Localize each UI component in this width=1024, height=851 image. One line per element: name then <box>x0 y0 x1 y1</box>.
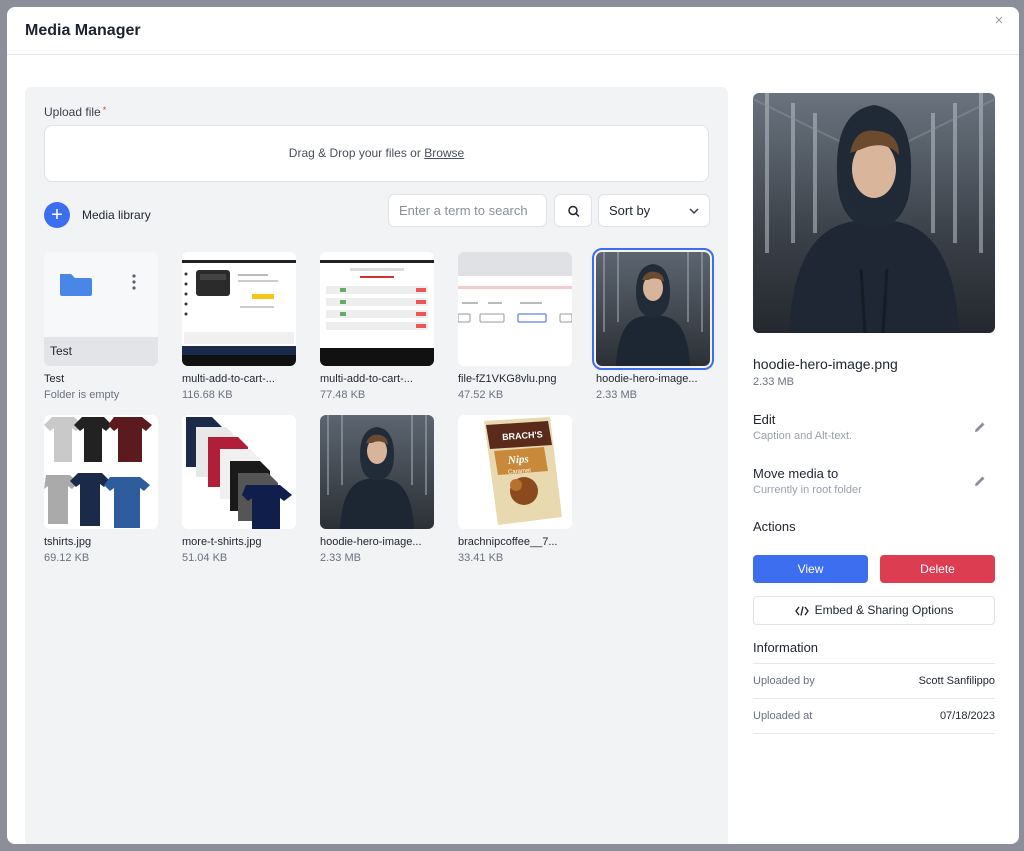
code-icon <box>794 606 809 616</box>
thumbnail-screenshot <box>320 252 434 366</box>
media-item-name: tshirts.jpg <box>44 536 92 548</box>
embed-label: Embed & Sharing Options <box>814 603 954 617</box>
thumbnail-screenshot <box>458 252 572 366</box>
delete-button[interactable]: Delete <box>880 555 995 583</box>
media-item-name: multi-add-to-cart-... <box>320 373 413 385</box>
media-item-name: file-fZ1VKG8vlu.png <box>458 373 557 385</box>
uploaded-at-label: Uploaded at <box>753 710 813 722</box>
media-tile[interactable] <box>182 415 296 529</box>
edit-subtitle: Caption and Alt-text. <box>753 430 853 442</box>
media-library-label: Media library <box>82 208 151 222</box>
media-item-meta: 116.68 KB <box>182 389 233 401</box>
sort-label: Sort by <box>609 203 651 218</box>
media-tile[interactable] <box>182 252 296 366</box>
move-pencil-icon[interactable] <box>973 474 987 488</box>
upload-label-text: Upload file <box>44 105 101 119</box>
media-library-panel: Upload file * Drag & Drop your files or B… <box>25 87 728 844</box>
upload-dropzone[interactable]: Drag & Drop your files or Browse <box>44 125 709 182</box>
edit-heading: Edit <box>753 412 776 427</box>
media-manager-modal: Media Manager × Upload file * Drag & Drop… <box>7 7 1019 844</box>
media-item-meta: 33.41 KB <box>458 552 504 564</box>
uploaded-at-value: 07/18/2023 <box>939 710 995 722</box>
modal-header: Media Manager × <box>7 7 1019 55</box>
media-item-name: Test <box>44 373 65 385</box>
media-tile[interactable] <box>44 415 158 529</box>
selected-file-size: 2.33 MB <box>753 376 794 388</box>
uploaded-by-row: Uploaded by Scott Sanfilippo <box>753 663 995 698</box>
required-mark: * <box>102 105 107 115</box>
close-icon[interactable]: × <box>991 13 1007 29</box>
search-icon <box>568 205 580 217</box>
media-item-meta: 2.33 MB <box>596 389 637 401</box>
edit-pencil-icon[interactable] <box>973 420 987 434</box>
chevron-down-icon <box>689 208 699 215</box>
media-item-name: multi-add-to-cart-... <box>182 373 275 385</box>
thumbnail-tshirts <box>44 415 158 529</box>
information-heading: Information <box>753 640 819 655</box>
preview-image <box>753 93 995 333</box>
media-item-meta: 47.52 KB <box>458 389 504 401</box>
move-subtitle: Currently in root folder <box>753 484 862 496</box>
thumbnail-hoodie <box>596 252 710 366</box>
media-tile[interactable]: BRACH'S Nips Caramel <box>458 415 572 529</box>
preview-hoodie-photo <box>753 93 995 333</box>
upload-label: Upload file * <box>44 105 106 119</box>
uploaded-by-value: Scott Sanfilippo <box>918 675 995 687</box>
search-button[interactable] <box>554 194 592 227</box>
sort-dropdown[interactable]: Sort by <box>598 194 710 227</box>
browse-link[interactable]: Browse <box>424 146 464 160</box>
dropzone-text: Drag & Drop your files or <box>288 146 425 160</box>
folder-label: Test <box>50 344 73 358</box>
thumbnail-candy-bag: BRACH'S Nips Caramel <box>458 415 572 529</box>
search-input[interactable] <box>388 194 547 227</box>
brand-name: Nips <box>507 453 530 466</box>
modal-title: Media Manager <box>25 22 141 39</box>
add-media-button[interactable]: + <box>44 202 70 228</box>
media-item-meta: 77.48 KB <box>320 389 366 401</box>
media-item-name: more-t-shirts.jpg <box>182 536 262 548</box>
uploaded-by-label: Uploaded by <box>753 675 815 687</box>
uploaded-at-row: Uploaded at 07/18/2023 <box>753 698 995 733</box>
folder-tile[interactable]: Test <box>44 252 158 366</box>
media-item-name: brachnipcoffee__7... <box>458 536 558 548</box>
move-heading: Move media to <box>753 466 839 481</box>
thumbnail-screenshot <box>182 252 296 366</box>
media-item-meta: 2.33 MB <box>320 552 361 564</box>
media-tile-selected[interactable] <box>592 248 714 370</box>
selected-file-name: hoodie-hero-image.png <box>753 356 898 372</box>
media-item-meta: 51.04 KB <box>182 552 228 564</box>
media-item-meta: 69.12 KB <box>44 552 90 564</box>
media-tile[interactable] <box>320 415 434 529</box>
actions-heading: Actions <box>753 519 796 534</box>
media-item-name: hoodie-hero-image... <box>596 373 698 385</box>
info-divider <box>753 733 995 734</box>
media-item-meta: Folder is empty <box>44 389 120 401</box>
view-button[interactable]: View <box>753 555 868 583</box>
embed-sharing-button[interactable]: Embed & Sharing Options <box>753 596 995 625</box>
more-options-icon[interactable] <box>131 273 137 291</box>
media-item-name: hoodie-hero-image... <box>320 536 422 548</box>
thumbnail-more-tshirts <box>182 415 296 529</box>
media-tile[interactable] <box>320 252 434 366</box>
thumbnail-hoodie <box>320 415 434 529</box>
media-tile[interactable] <box>458 252 572 366</box>
